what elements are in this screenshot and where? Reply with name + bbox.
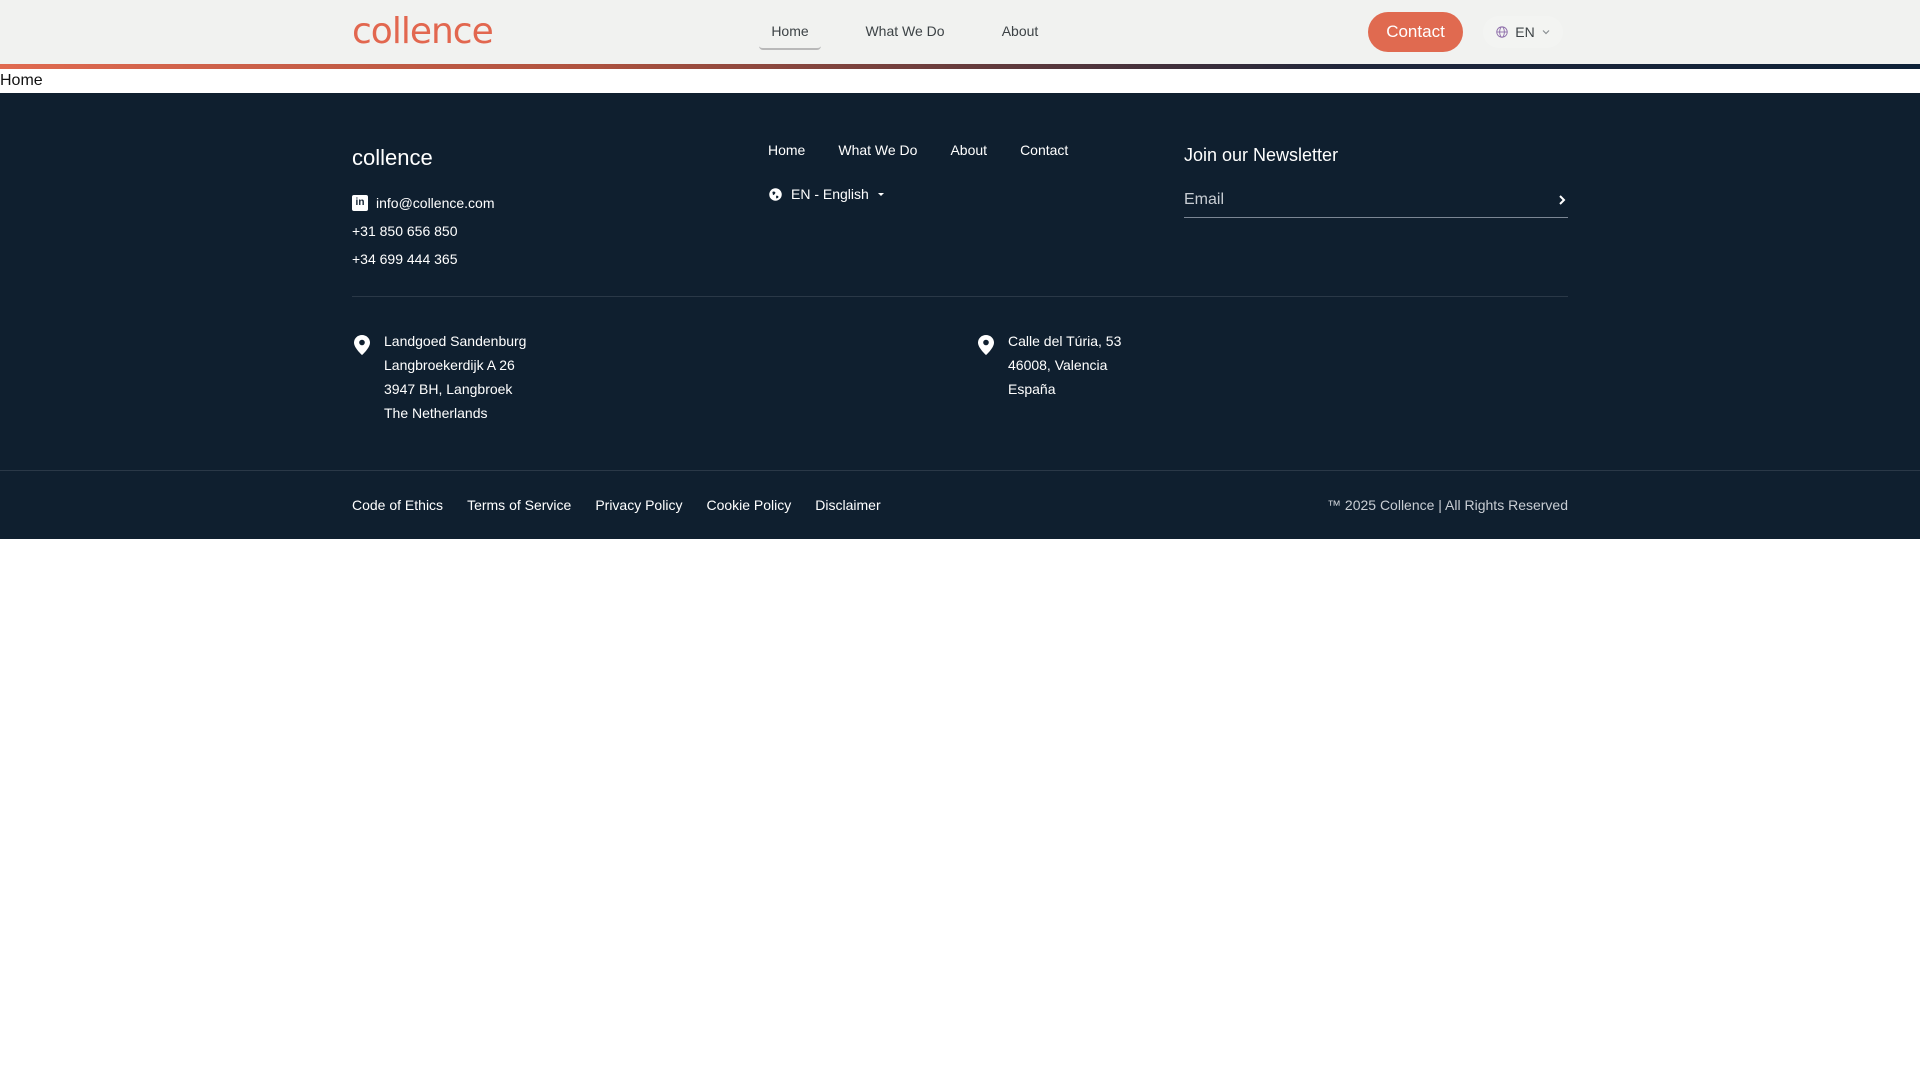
footer-nav: Home What We Do About Contact [768,142,1101,158]
address-line: Langbroekerdijk A 26 [384,357,515,373]
footer-bottom-divider [0,470,1920,471]
link-privacy-policy[interactable]: Privacy Policy [595,497,682,513]
address-line: 46008, Valencia [1008,357,1108,373]
footer-link-about[interactable]: About [950,142,987,158]
copyright: ™ 2025 Collence | All Rights Reserved [1327,497,1568,513]
link-terms-of-service[interactable]: Terms of Service [467,497,571,513]
contact-button[interactable]: Contact [1368,12,1463,52]
location-pin-icon [978,335,994,355]
nav-home[interactable]: Home [759,18,821,50]
nav-about[interactable]: About [995,18,1045,50]
header-gradient-bar [0,64,1920,69]
breadcrumb: Home [0,72,43,89]
globe-icon [1496,26,1508,38]
footer-link-contact[interactable]: Contact [1020,142,1068,158]
footer-link-what-we-do[interactable]: What We Do [838,142,917,158]
site-footer: collence in info@collence.com +31 850 65… [0,93,1920,539]
link-cookie-policy[interactable]: Cookie Policy [706,497,791,513]
collence-logo[interactable]: collence [352,14,494,50]
address-netherlands: Landgoed Sandenburg Langbroekerdijk A 26… [384,329,526,425]
link-disclaimer[interactable]: Disclaimer [815,497,880,513]
newsletter-title: Join our Newsletter [1184,145,1339,165]
language-label: EN [1515,24,1535,40]
address-line: 3947 BH, Langbroek [384,381,513,397]
address-line: Calle del Túria, 53 [1008,333,1122,349]
site-header: collence Home What We Do About Contact E… [0,0,1920,64]
language-selector[interactable]: EN [1483,16,1563,48]
linkedin-icon[interactable]: in [352,195,368,211]
chevron-down-icon [1542,30,1550,35]
footer-language-selector[interactable]: EN - English [768,186,885,202]
nav-what-we-do[interactable]: What We Do [860,18,950,50]
footer-phone-nl[interactable]: +31 850 656 850 [352,223,458,239]
caret-down-icon [877,193,884,196]
address-line: The Netherlands [384,405,488,421]
footer-contact: in info@collence.com +31 850 656 850 +34… [352,189,495,273]
footer-brand: collence [352,145,433,170]
footer-link-home[interactable]: Home [768,142,805,158]
footer-email[interactable]: info@collence.com [376,195,495,211]
globe-icon [769,187,782,201]
footer-phone-es[interactable]: +34 699 444 365 [352,251,458,267]
footer-language-label: EN - English [791,186,869,202]
address-spain: Calle del Túria, 53 46008, Valencia Espa… [1008,329,1121,401]
location-pin-icon [354,335,370,355]
link-code-of-ethics[interactable]: Code of Ethics [352,497,443,513]
address-line: España [1008,381,1056,397]
newsletter-email-input[interactable] [1184,190,1524,209]
newsletter-form [1184,182,1568,218]
chevron-right-icon[interactable] [1556,194,1568,206]
footer-divider [352,296,1568,297]
address-line: Landgoed Sandenburg [384,333,527,349]
legal-links: Code of Ethics Terms of Service Privacy … [352,497,905,513]
